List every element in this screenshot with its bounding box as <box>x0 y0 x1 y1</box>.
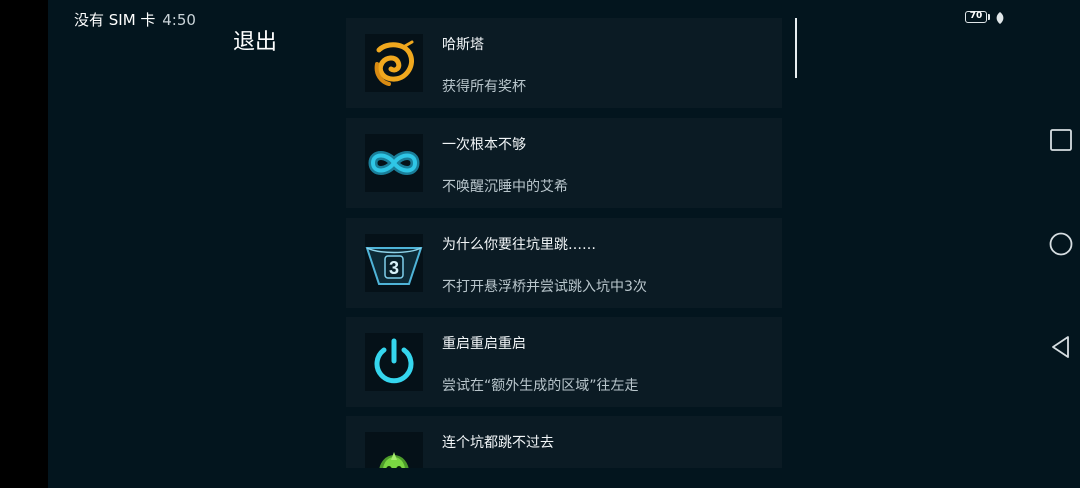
achievement-item[interactable]: 3 为什么你要往坑里跳…… 不打开悬浮桥并尝试跳入坑中3次 <box>346 218 782 308</box>
battery-level: 70 <box>969 11 983 21</box>
achievement-title: 为什么你要往坑里跳…… <box>442 237 596 253</box>
pit-3-icon: 3 <box>365 234 423 292</box>
status-bar-left: 没有 SIM 卡 4:50 <box>74 9 196 30</box>
power-saving-leaf-icon <box>996 12 1004 24</box>
achievement-description: 获得所有奖杯 <box>442 79 526 95</box>
battery-icon: 70 <box>965 11 987 23</box>
clock: 4:50 <box>162 11 196 29</box>
achievement-list[interactable]: 哈斯塔 获得所有奖杯 一次根本不够 不唤醒沉睡中的艾希 3 为什么你要往坑里跳…… <box>346 18 782 468</box>
infinity-icon <box>365 134 423 192</box>
achievement-title: 重启重启重启 <box>442 336 526 352</box>
power-icon <box>365 333 423 391</box>
pit-count-badge: 3 <box>389 258 399 278</box>
exit-button[interactable]: 退出 <box>233 24 277 56</box>
back-button[interactable] <box>1047 333 1075 361</box>
achievement-description: 不打开悬浮桥并尝试跳入坑中3次 <box>442 279 647 295</box>
achievement-title: 一次根本不够 <box>442 137 526 153</box>
achievement-description: 不唤醒沉睡中的艾希 <box>442 179 568 195</box>
green-skull-icon <box>365 432 423 468</box>
left-bezel <box>0 0 48 488</box>
recent-apps-button[interactable] <box>1047 126 1075 154</box>
achievement-description: 尝试在“额外生成的区域”往左走 <box>442 378 639 394</box>
achievement-title: 连个坑都跳不过去 <box>442 435 554 451</box>
achievement-item[interactable]: 一次根本不够 不唤醒沉睡中的艾希 <box>346 118 782 208</box>
achievement-item[interactable]: 连个坑都跳不过去 <box>346 416 782 468</box>
achievement-item[interactable]: 哈斯塔 获得所有奖杯 <box>346 18 782 108</box>
home-button[interactable] <box>1047 230 1075 258</box>
achievement-item[interactable]: 重启重启重启 尝试在“额外生成的区域”往左走 <box>346 317 782 407</box>
scrollbar[interactable] <box>795 18 797 78</box>
achievement-title: 哈斯塔 <box>442 37 484 53</box>
hastur-sigil-icon <box>365 34 423 92</box>
battery-tip <box>988 14 990 20</box>
carrier-label: 没有 SIM 卡 <box>74 11 156 29</box>
